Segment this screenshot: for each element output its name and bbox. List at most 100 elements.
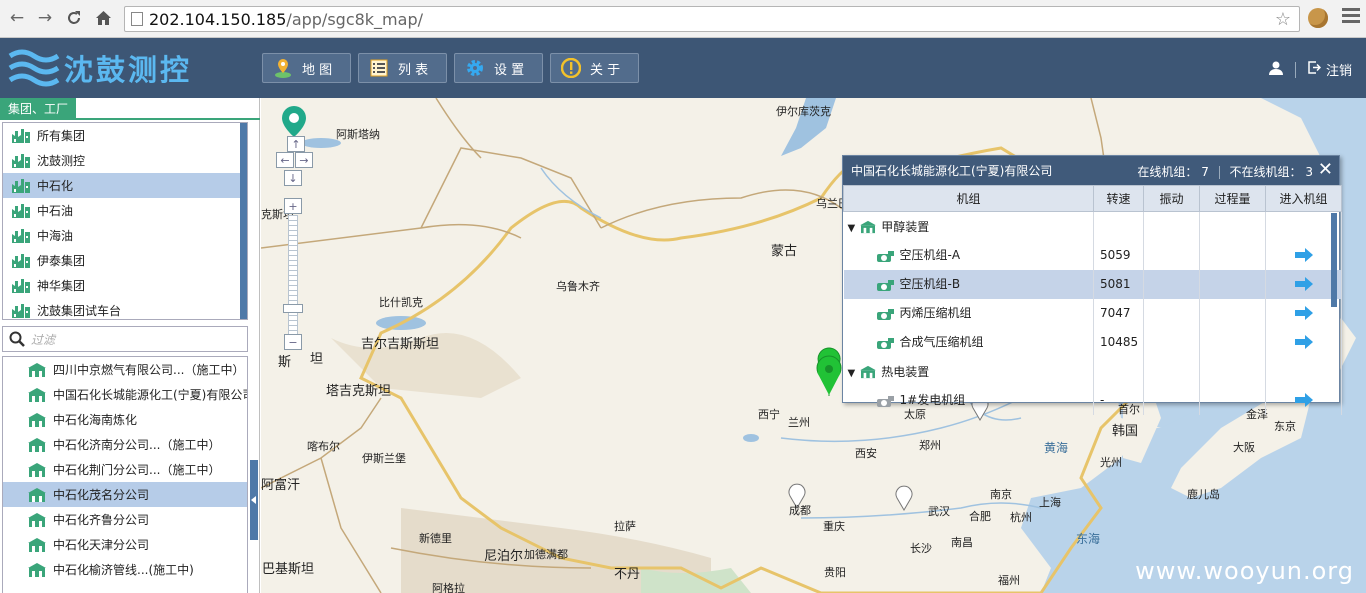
map-place-label: 尼泊尔 <box>484 549 524 564</box>
factory-item[interactable]: 中石化荆门分公司...（施工中） <box>3 457 247 482</box>
map-place-label: 长沙 <box>910 542 932 555</box>
factory-item[interactable]: 中石化齐鲁分公司 <box>3 507 247 532</box>
compressor-icon <box>876 250 894 262</box>
expand-triangle-icon[interactable]: ▼ <box>848 368 856 379</box>
column-header[interactable]: 振动 <box>1143 185 1200 212</box>
factory-item[interactable]: 中石化海南炼化 <box>3 407 247 432</box>
vibration-cell <box>1143 385 1200 415</box>
map-place-label: 阿斯塔纳 <box>336 128 380 141</box>
unit-name: 1#发电机组 <box>899 393 966 408</box>
factory-item-label: 四川中京燃气有限公司...（施工中） <box>53 363 245 377</box>
factory-item[interactable]: 中国石化长城能源化工(宁夏)有限公司 <box>3 382 247 407</box>
factory-item[interactable]: 中石化济南分公司...（施工中） <box>3 432 247 457</box>
bookmark-star-icon[interactable]: ☆ <box>1275 9 1291 30</box>
map-place-label: 上海 <box>1039 496 1061 509</box>
nav-about-label: 关 于 <box>590 62 621 78</box>
factory-item-label: 中石化济南分公司...（施工中） <box>53 438 221 452</box>
group-item[interactable]: 伊泰集团 <box>3 248 247 273</box>
reload-icon[interactable] <box>63 7 85 29</box>
group-item[interactable]: 中海油 <box>3 223 247 248</box>
vibration-cell <box>1143 240 1200 270</box>
unit-row[interactable]: 丙烯压缩机组 7047 <box>843 298 1342 328</box>
enter-arrow-icon[interactable] <box>1294 276 1314 292</box>
factory-item[interactable]: 四川中京燃气有限公司...（施工中） <box>3 357 247 382</box>
filter-placeholder: 过滤 <box>31 332 56 347</box>
group-row[interactable]: ▼ 热电装置 <box>843 356 1342 386</box>
back-icon[interactable]: ← <box>6 7 28 29</box>
unit-name-cell: 空压机组-B <box>843 269 1094 299</box>
factory-item[interactable]: 中石化榆济管线...(施工中) <box>3 557 247 582</box>
map-location-icon[interactable] <box>279 104 309 138</box>
home-icon[interactable] <box>92 7 114 29</box>
group-item[interactable]: 中石化 <box>3 173 247 198</box>
unit-row[interactable]: 合成气压缩机组 10485 <box>843 327 1342 357</box>
offline-label: 不在线机组： <box>1229 165 1302 179</box>
unit-row[interactable]: 1#发电机组 - <box>843 385 1342 415</box>
pan-down-icon[interactable]: ↓ <box>284 170 302 186</box>
group-item[interactable]: 沈鼓集团试车台 <box>3 298 247 319</box>
map-place-label: 新德里 <box>419 532 452 545</box>
sidebar-tab-label[interactable]: 集团、工厂 <box>0 98 77 120</box>
user-icon[interactable] <box>1268 61 1283 79</box>
factory-item[interactable]: 中石化茂名分公司 <box>3 482 247 507</box>
close-icon[interactable]: ✕ <box>1318 159 1333 180</box>
table-body: ▼ 甲醇装置 空压机组-A 5059 空压机组-B 5081 丙烯压缩机组 7047 合成气压缩… <box>843 211 1342 415</box>
factory-item[interactable]: 中石化天津分公司 <box>3 532 247 557</box>
speed-cell: 5081 <box>1093 269 1144 299</box>
group-item[interactable]: 沈鼓测控 <box>3 148 247 173</box>
collapse-handle[interactable] <box>250 460 258 540</box>
app-header: 沈鼓测控 地 图 列 表 设 置 关 于 注销 <box>0 38 1366 98</box>
zoom-out-icon[interactable]: − <box>284 334 302 350</box>
column-header[interactable]: 过程量 <box>1199 185 1266 212</box>
zoom-in-icon[interactable]: + <box>284 198 302 214</box>
nav-map-button[interactable]: 地 图 <box>262 53 351 83</box>
zoom-slider-track[interactable] <box>288 215 298 335</box>
nav-list-button[interactable]: 列 表 <box>358 53 447 83</box>
group-row[interactable]: ▼ 甲醇装置 <box>843 211 1342 241</box>
column-header[interactable]: 转速 <box>1093 185 1144 212</box>
map-place-label: 贵阳 <box>824 566 846 579</box>
enter-arrow-icon[interactable] <box>1294 247 1314 263</box>
map-place-label: 喀布尔 <box>307 440 340 453</box>
column-header[interactable]: 机组 <box>843 185 1094 212</box>
map-place-label: 比什凯克 <box>379 296 423 309</box>
pan-right-icon[interactable]: → <box>295 152 313 168</box>
filter-input[interactable]: 过滤 <box>2 326 248 352</box>
nav-settings-button[interactable]: 设 置 <box>454 53 543 83</box>
speed-cell: - <box>1093 385 1144 415</box>
logout-link[interactable]: 注销 <box>1326 60 1352 79</box>
enter-unit-cell <box>1265 385 1342 415</box>
factory-icon <box>12 153 30 168</box>
map-place-label: 伊斯兰堡 <box>362 452 406 465</box>
unit-row[interactable]: 空压机组-B 5081 <box>843 269 1342 299</box>
nav-about-button[interactable]: 关 于 <box>550 53 639 83</box>
url-path: /app/sgc8k_map/ <box>286 9 423 29</box>
group-item[interactable]: 中石油 <box>3 198 247 223</box>
factory-icon <box>12 128 30 143</box>
map-place-label: 西安 <box>855 447 877 460</box>
nav-settings-label: 设 置 <box>494 62 525 78</box>
cookie-extension-icon[interactable] <box>1308 8 1328 28</box>
group-list-scrollbar[interactable] <box>240 123 247 319</box>
column-header[interactable]: 进入机组 <box>1265 185 1342 212</box>
enter-arrow-icon[interactable] <box>1294 392 1314 408</box>
zoom-slider-handle[interactable] <box>283 304 303 313</box>
address-bar[interactable]: 202.104.150.185/app/sgc8k_map/ ☆ <box>124 6 1300 32</box>
forward-icon[interactable]: → <box>34 7 56 29</box>
map-place-label: 东京 <box>1274 420 1296 433</box>
pan-left-icon[interactable]: ← <box>276 152 294 168</box>
group-item[interactable]: 神华集团 <box>3 273 247 298</box>
pan-up-icon[interactable]: ↑ <box>287 136 305 152</box>
enter-arrow-icon[interactable] <box>1294 334 1314 350</box>
expand-triangle-icon[interactable]: ▼ <box>848 223 856 234</box>
factory-icon <box>12 253 30 268</box>
unit-name: 丙烯压缩机组 <box>899 306 972 321</box>
map-place-label: 阿富汗 <box>261 478 301 493</box>
unit-row[interactable]: 空压机组-A 5059 <box>843 240 1342 270</box>
popup-scrollbar[interactable] <box>1331 213 1337 307</box>
factory-icon <box>12 303 30 318</box>
logout-icon[interactable] <box>1308 61 1322 78</box>
browser-menu-icon[interactable] <box>1342 8 1360 26</box>
enter-arrow-icon[interactable] <box>1294 305 1314 321</box>
group-item[interactable]: 所有集团 <box>3 123 247 148</box>
